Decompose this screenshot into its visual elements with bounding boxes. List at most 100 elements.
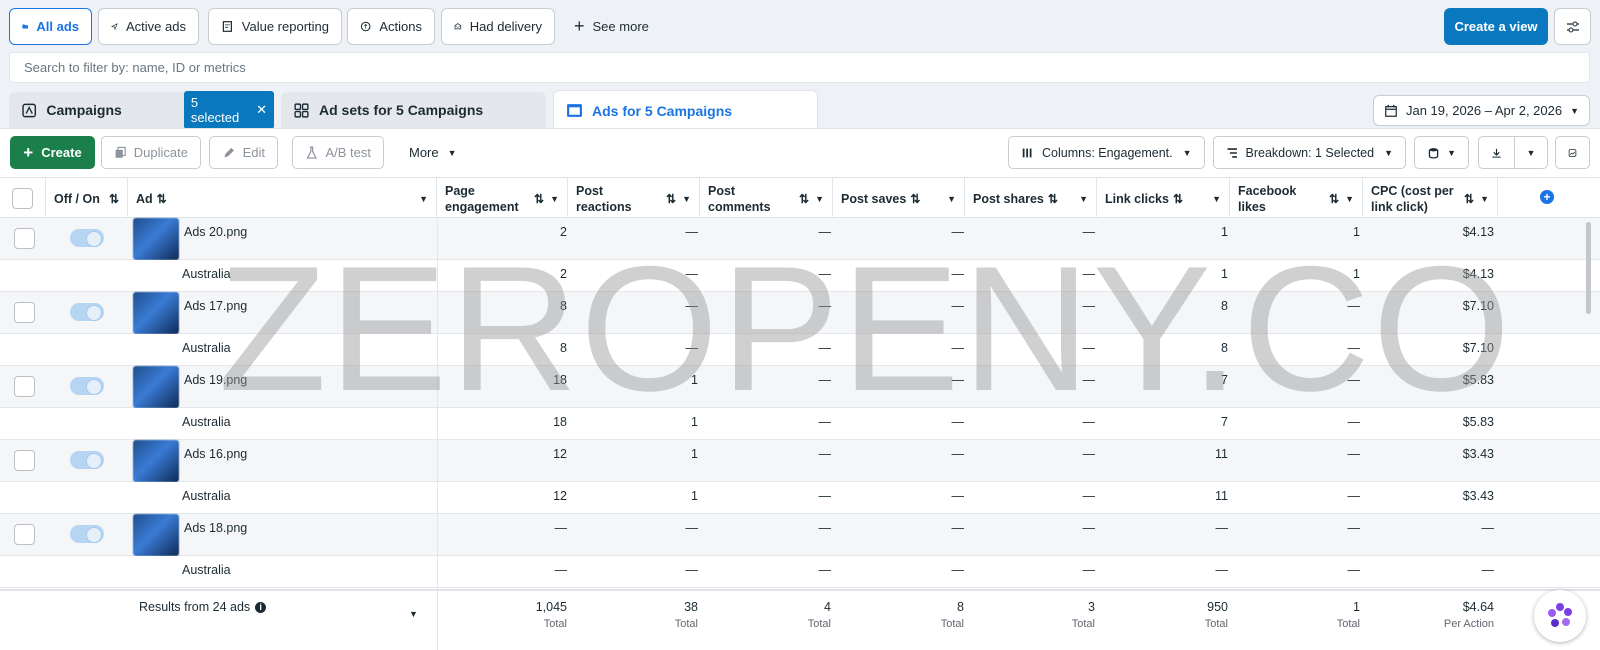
- caret-down-icon[interactable]: ▼: [1480, 191, 1489, 207]
- sort-icon[interactable]: ⇅: [1464, 191, 1474, 207]
- footer-total-value: $4.64: [1462, 600, 1494, 614]
- caret-down-icon[interactable]: ▼: [815, 191, 824, 207]
- caret-down-icon[interactable]: ▼: [419, 191, 428, 207]
- selected-badge[interactable]: 5 selected ✕: [183, 91, 274, 129]
- ad-name-link[interactable]: Ads 20.png: [184, 225, 247, 239]
- sort-icon[interactable]: ⇅: [157, 191, 167, 207]
- ad-thumbnail: [133, 514, 179, 556]
- footer-total-value: 8: [957, 600, 964, 614]
- view-active-ads[interactable]: Active ads: [98, 8, 199, 45]
- metric-cell: —: [1082, 563, 1096, 577]
- breakdown-row[interactable]: Australia 18 1 — — — 7 — $5.83: [0, 408, 1600, 440]
- header-post-comments[interactable]: Post comments ⇅ ▼: [700, 178, 833, 219]
- header-off-on[interactable]: Off / On ⇅: [46, 178, 128, 219]
- date-range-picker[interactable]: Jan 19, 2026 – Apr 2, 2026 ▼: [1373, 95, 1590, 126]
- ad-toggle[interactable]: [70, 303, 104, 321]
- search-bar[interactable]: [9, 52, 1590, 83]
- breakdown-row[interactable]: Australia 2 — — — — 1 1 $4.13: [0, 260, 1600, 292]
- ad-name-link[interactable]: Ads 17.png: [184, 299, 247, 313]
- sort-icon[interactable]: ⇅: [1173, 191, 1183, 207]
- search-input[interactable]: [24, 60, 1575, 75]
- export-options-dropdown[interactable]: ▼: [1514, 136, 1548, 169]
- send-icon: [111, 23, 118, 31]
- settings-sliders-button[interactable]: [1554, 8, 1591, 45]
- add-column-icon[interactable]: +: [1540, 190, 1554, 204]
- sort-icon[interactable]: ⇅: [1048, 191, 1058, 207]
- header-link-clicks[interactable]: Link clicks ⇅ ▼: [1097, 178, 1230, 219]
- caret-down-icon[interactable]: ▼: [550, 191, 559, 207]
- see-more-button[interactable]: + See more: [574, 8, 649, 45]
- assistant-button[interactable]: [1534, 590, 1586, 642]
- info-icon[interactable]: i: [255, 601, 267, 613]
- edit-button[interactable]: Edit: [209, 136, 278, 169]
- duplicate-button[interactable]: Duplicate: [101, 136, 201, 169]
- row-checkbox[interactable]: [14, 228, 35, 249]
- ab-test-button[interactable]: A/B test: [292, 136, 384, 169]
- header-page-engagement[interactable]: Page engagement ⇅ ▼: [437, 178, 568, 219]
- columns-dropdown[interactable]: Columns: Engagement. ▼: [1008, 136, 1205, 169]
- sort-icon[interactable]: ⇅: [910, 191, 920, 207]
- breakdown-row[interactable]: Australia 12 1 — — — 11 — $3.43: [0, 482, 1600, 514]
- ad-toggle[interactable]: [70, 229, 104, 247]
- header-post-saves[interactable]: Post saves ⇅ ▼: [833, 178, 965, 219]
- row-checkbox[interactable]: [14, 524, 35, 545]
- tab-ad-sets[interactable]: Ad sets for 5 Campaigns: [281, 92, 546, 128]
- tab-ads[interactable]: Ads for 5 Campaigns: [553, 90, 818, 130]
- sort-icon[interactable]: ⇅: [1329, 191, 1339, 207]
- ad-toggle[interactable]: [70, 525, 104, 543]
- breakdown-dropdown[interactable]: Breakdown: 1 Selected ▼: [1213, 136, 1406, 169]
- ad-name-link[interactable]: Ads 19.png: [184, 373, 247, 387]
- breakdown-row[interactable]: Australia 8 — — — — 8 — $7.10: [0, 334, 1600, 366]
- header-facebook-likes[interactable]: Facebook likes ⇅ ▼: [1230, 178, 1363, 219]
- reports-dropdown[interactable]: ▼: [1414, 136, 1469, 169]
- duplicate-label: Duplicate: [133, 145, 188, 160]
- caret-down-icon[interactable]: ▼: [682, 191, 691, 207]
- ad-row[interactable]: Ads 20.png 2 — — — — 1 1 $4.13: [0, 218, 1600, 260]
- ad-name-link[interactable]: Ads 16.png: [184, 447, 247, 461]
- breakdown-label: Australia: [182, 341, 231, 355]
- row-checkbox[interactable]: [14, 302, 35, 323]
- ad-row[interactable]: Ads 18.png — — — — — — — —: [0, 514, 1600, 556]
- ad-row[interactable]: Ads 16.png 12 1 — — — 11 — $3.43: [0, 440, 1600, 482]
- view-actions[interactable]: Actions: [347, 8, 435, 45]
- metric-cell: —: [1082, 299, 1096, 313]
- caret-down-icon[interactable]: ▼: [1345, 191, 1354, 207]
- sort-icon[interactable]: ⇅: [534, 191, 544, 207]
- caret-down-icon[interactable]: ▼: [1212, 191, 1221, 207]
- ad-toggle[interactable]: [70, 451, 104, 469]
- ad-name-link[interactable]: Ads 18.png: [184, 521, 247, 535]
- header-ad[interactable]: Ad ⇅ ▼: [128, 178, 437, 219]
- header-post-shares[interactable]: Post shares ⇅ ▼: [965, 178, 1097, 219]
- metric-cell: —: [818, 489, 832, 503]
- more-button[interactable]: More ▼: [409, 136, 457, 169]
- footer-total-value: 1,045: [535, 600, 567, 614]
- ad-icon: [567, 104, 582, 117]
- export-button[interactable]: [1478, 136, 1515, 169]
- view-had-delivery[interactable]: Had delivery: [441, 8, 555, 45]
- view-all-ads[interactable]: All ads: [9, 8, 92, 45]
- chart-toggle-button[interactable]: [1555, 136, 1590, 169]
- select-all-checkbox[interactable]: [12, 188, 33, 209]
- create-button[interactable]: + Create: [10, 136, 95, 169]
- breakdown-row[interactable]: Australia — — — — — — — —: [0, 556, 1600, 588]
- flag-icon: [22, 103, 37, 117]
- sort-icon[interactable]: ⇅: [666, 191, 676, 207]
- view-value-reporting[interactable]: Value reporting: [208, 8, 342, 45]
- ad-row[interactable]: Ads 19.png 18 1 — — — 7 — $5.83: [0, 366, 1600, 408]
- create-view-button[interactable]: Create a view: [1444, 8, 1548, 45]
- ad-toggle[interactable]: [70, 377, 104, 395]
- sort-icon[interactable]: ⇅: [799, 191, 809, 207]
- ad-row[interactable]: Ads 17.png 8 — — — — 8 — $7.10: [0, 292, 1600, 334]
- caret-down-icon[interactable]: ▼: [947, 191, 956, 207]
- row-checkbox[interactable]: [14, 376, 35, 397]
- vertical-scrollbar[interactable]: [1586, 222, 1591, 314]
- caret-down-icon[interactable]: ▼: [1079, 191, 1088, 207]
- header-label: Post comments: [708, 183, 771, 214]
- tab-campaigns[interactable]: Campaigns 5 selected ✕: [9, 91, 274, 129]
- sort-icon[interactable]: ⇅: [109, 191, 119, 207]
- header-post-reactions[interactable]: Post reactions ⇅ ▼: [568, 178, 700, 219]
- row-checkbox[interactable]: [14, 450, 35, 471]
- header-cpc[interactable]: CPC (cost per link click) ⇅ ▼: [1363, 178, 1498, 219]
- caret-down-icon[interactable]: ▼: [409, 609, 418, 619]
- close-icon[interactable]: ✕: [256, 102, 267, 118]
